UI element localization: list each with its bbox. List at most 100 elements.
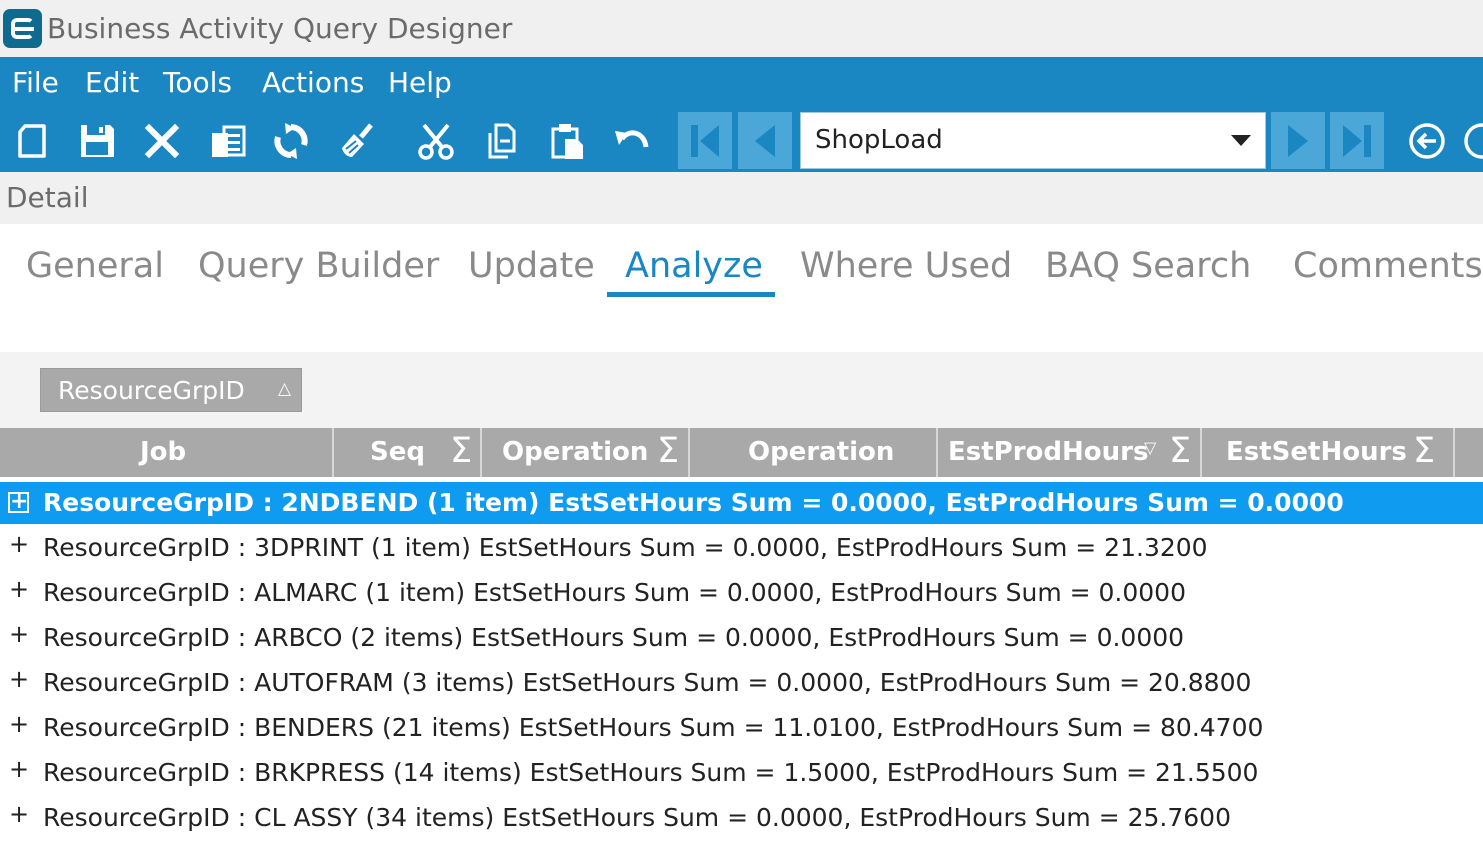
refresh-icon: [274, 123, 308, 159]
toolbar: ShopLoad: [0, 109, 1483, 172]
tab-strip: General Query Builder Update Analyze Whe…: [0, 224, 1483, 352]
group-row-text: ResourceGrpID : ARBCO (2 items) EstSetHo…: [43, 623, 1185, 652]
clear-icon: [342, 123, 373, 157]
column-header-estsethours[interactable]: EstSetHours Σ: [1202, 428, 1455, 477]
column-label: Operation: [502, 437, 649, 467]
query-select-value: ShopLoad: [815, 125, 943, 155]
copy-button[interactable]: [205, 119, 251, 163]
clear-button[interactable]: [334, 119, 380, 163]
column-label: Seq: [370, 437, 425, 467]
menu-tools[interactable]: Tools: [163, 66, 232, 99]
group-row[interactable]: + ResourceGrpID : CL ASSY (34 items) Est…: [0, 797, 1483, 839]
menu-actions[interactable]: Actions: [262, 66, 364, 99]
expand-icon[interactable]: +: [9, 577, 29, 601]
menu-help[interactable]: Help: [388, 66, 452, 99]
tab-baq-search[interactable]: BAQ Search: [1045, 246, 1251, 286]
delete-icon: [144, 123, 180, 159]
tab-comments[interactable]: Comments: [1293, 246, 1483, 286]
column-label: Operation: [748, 437, 895, 467]
group-row[interactable]: + ResourceGrpID : BENDERS (21 items) Est…: [0, 707, 1483, 749]
next-record-button[interactable]: [1271, 112, 1325, 169]
section-title: Detail: [6, 181, 89, 214]
column-header-seq[interactable]: Seq Σ: [334, 428, 482, 477]
refresh-button[interactable]: [268, 119, 314, 163]
expand-icon[interactable]: +: [9, 712, 29, 736]
more-toolbar-button[interactable]: [1462, 119, 1483, 163]
tab-where-used[interactable]: Where Used: [800, 246, 1012, 286]
tab-query-builder[interactable]: Query Builder: [198, 246, 439, 286]
tab-update[interactable]: Update: [468, 246, 595, 286]
group-row-text: ResourceGrpID : BRKPRESS (14 items) EstS…: [43, 758, 1259, 787]
tab-general[interactable]: General: [26, 246, 164, 286]
undo-button[interactable]: [609, 119, 655, 163]
previous-record-button[interactable]: [738, 112, 792, 169]
app-logo-icon: [3, 9, 42, 48]
group-by-chip[interactable]: ResourceGrpID △: [40, 368, 302, 412]
expand-icon[interactable]: +: [9, 622, 29, 646]
expand-icon[interactable]: +: [8, 491, 29, 513]
expand-icon[interactable]: +: [9, 802, 29, 826]
title-bar: Business Activity Query Designer: [0, 0, 1483, 57]
sigma-icon[interactable]: Σ: [1169, 431, 1191, 471]
chevron-down-icon[interactable]: [1231, 135, 1251, 146]
cut-icon: [418, 123, 454, 160]
group-by-area: ResourceGrpID △: [0, 352, 1483, 428]
new-button[interactable]: [10, 119, 56, 163]
column-header-operation-desc[interactable]: Operation: [690, 428, 938, 477]
save-icon: [81, 125, 114, 157]
column-header-estprodhours[interactable]: EstProdHours ▽ Σ: [938, 428, 1202, 477]
save-button[interactable]: [74, 119, 120, 163]
delete-button[interactable]: [139, 119, 185, 163]
circle-icon: [1464, 123, 1483, 159]
group-row[interactable]: + ResourceGrpID : BRKPRESS (14 items) Es…: [0, 752, 1483, 794]
group-row-text: ResourceGrpID : 3DPRINT (1 item) EstSetH…: [43, 533, 1208, 562]
last-record-button[interactable]: [1330, 112, 1384, 169]
tab-analyze[interactable]: Analyze: [625, 246, 763, 286]
first-record-icon: [691, 124, 719, 157]
column-header-operation[interactable]: Operation Σ: [482, 428, 690, 477]
grid-header: Job Seq Σ Operation Σ Operation EstProdH…: [0, 428, 1483, 477]
group-row-text: ResourceGrpID : 2NDBEND (1 item) EstSetH…: [43, 488, 1344, 517]
sigma-icon[interactable]: Σ: [657, 431, 679, 471]
next-record-icon: [1288, 124, 1308, 157]
window-title: Business Activity Query Designer: [47, 12, 513, 45]
group-by-label: ResourceGrpID: [58, 376, 245, 405]
active-tab-indicator: [607, 292, 775, 297]
group-row[interactable]: + ResourceGrpID : 3DPRINT (1 item) EstSe…: [0, 527, 1483, 569]
filter-icon[interactable]: ▽: [1144, 438, 1156, 457]
group-row[interactable]: + ResourceGrpID : ARBCO (2 items) EstSet…: [0, 617, 1483, 659]
group-row[interactable]: + ResourceGrpID : ALMARC (1 item) EstSet…: [0, 572, 1483, 614]
query-select[interactable]: ShopLoad: [800, 112, 1266, 169]
copy-clipboard-button[interactable]: [479, 119, 525, 163]
column-label: Job: [140, 437, 187, 467]
grid-body: + ResourceGrpID : 2NDBEND (1 item) EstSe…: [0, 480, 1483, 846]
new-icon: [18, 124, 46, 158]
expand-icon[interactable]: +: [9, 532, 29, 556]
copy-clipboard-icon: [488, 123, 516, 159]
sigma-icon[interactable]: Σ: [1413, 431, 1435, 471]
expand-icon[interactable]: +: [9, 757, 29, 781]
paste-icon: [551, 124, 583, 159]
back-icon: [1409, 123, 1445, 159]
paste-button[interactable]: [544, 119, 590, 163]
cut-button[interactable]: [413, 119, 459, 163]
group-row-text: ResourceGrpID : BENDERS (21 items) EstSe…: [43, 713, 1264, 742]
sigma-icon[interactable]: Σ: [450, 431, 472, 471]
menu-edit[interactable]: Edit: [85, 66, 139, 99]
back-button[interactable]: [1404, 119, 1450, 163]
group-row-text: ResourceGrpID : ALMARC (1 item) EstSetHo…: [43, 578, 1186, 607]
group-row-text: ResourceGrpID : CL ASSY (34 items) EstSe…: [43, 803, 1231, 832]
undo-icon: [615, 130, 649, 148]
expand-icon[interactable]: +: [9, 667, 29, 691]
sort-ascending-icon[interactable]: △: [278, 379, 291, 399]
column-label: EstSetHours: [1226, 437, 1407, 467]
column-label: EstProdHours: [948, 437, 1149, 467]
last-record-icon: [1343, 124, 1371, 157]
copy-icon: [212, 125, 246, 157]
detail-section-header: Detail: [0, 172, 1483, 224]
menu-file[interactable]: File: [12, 66, 59, 99]
column-header-job[interactable]: Job: [0, 428, 334, 477]
first-record-button[interactable]: [678, 112, 732, 169]
group-row[interactable]: + ResourceGrpID : 2NDBEND (1 item) EstSe…: [0, 482, 1483, 524]
group-row[interactable]: + ResourceGrpID : AUTOFRAM (3 items) Est…: [0, 662, 1483, 704]
